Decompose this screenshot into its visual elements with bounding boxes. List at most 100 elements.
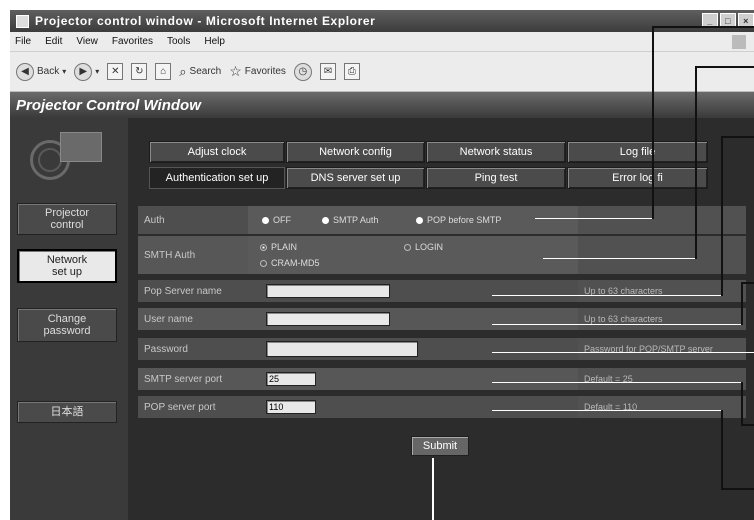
user-name-label: User name xyxy=(144,314,193,325)
star-icon: ☆ xyxy=(229,63,242,79)
pop-server-help: Up to 63 characters xyxy=(578,280,746,302)
smtp-auth-radio-cram-md5[interactable]: CRAM-MD5 xyxy=(260,258,320,268)
tab-adjust-clock[interactable]: Adjust clock xyxy=(149,141,285,163)
row-user-name: User name Up to 63 characters xyxy=(138,308,746,330)
search-button[interactable]: ⌕ Search xyxy=(179,64,221,80)
home-icon[interactable]: ⌂ xyxy=(155,63,172,80)
auth-radio-off[interactable]: OFF xyxy=(262,215,291,225)
close-button[interactable]: × xyxy=(738,13,754,28)
user-name-input[interactable] xyxy=(266,312,390,326)
print-icon[interactable]: ⎙ xyxy=(343,63,360,80)
chevron-down-icon: ▾ xyxy=(95,67,100,76)
row-auth: Auth OFF SMTP Auth POP before SMTP xyxy=(138,206,746,234)
auth-smtp-label: SMTP Auth xyxy=(333,215,379,225)
stop-icon[interactable]: ✕ xyxy=(107,63,124,80)
page-title: Projector Control Window xyxy=(16,96,201,114)
row-pop-server-name: Pop Server name Up to 63 characters xyxy=(138,280,746,302)
back-label: Back xyxy=(37,66,60,77)
page-header: Projector Control Window xyxy=(10,92,754,118)
user-name-help: Up to 63 characters xyxy=(578,308,746,330)
tab-network-config[interactable]: Network config xyxy=(286,141,425,163)
auth-value-cell: OFF SMTP Auth POP before SMTP xyxy=(248,206,578,234)
minimize-button[interactable]: _ xyxy=(702,13,718,28)
window-title: Projector control window - Microsoft Int… xyxy=(35,14,376,28)
smtp-port-label: SMTP server port xyxy=(144,374,223,385)
sidebar: Projector control Network set up Change … xyxy=(10,118,128,520)
sidebar-item-network-setup[interactable]: Network set up xyxy=(17,249,117,283)
back-arrow-icon: ◀ xyxy=(16,62,34,81)
smtp-auth-radio-plain[interactable]: PLAIN xyxy=(260,242,297,252)
window-controls: _ □ × xyxy=(702,13,754,28)
logo-ring-inner xyxy=(38,148,62,172)
auth-help-cell xyxy=(578,206,746,234)
sidebar-item-change-password[interactable]: Change password xyxy=(17,308,117,342)
menu-tools[interactable]: Tools xyxy=(167,36,190,47)
row-password: Password Password for POP/SMTP server xyxy=(138,338,746,360)
password-help: Password for POP/SMTP server xyxy=(578,338,746,360)
auth-pop-label: POP before SMTP xyxy=(427,215,502,225)
menu-help[interactable]: Help xyxy=(204,36,225,47)
mail-icon[interactable]: ✉ xyxy=(319,63,336,80)
windows-logo-icon xyxy=(732,35,746,49)
tab-ping-test[interactable]: Ping test xyxy=(426,167,566,189)
pop-server-input[interactable] xyxy=(266,284,390,298)
auth-label: Auth xyxy=(144,215,165,226)
logo-screen xyxy=(60,132,102,162)
browser-window: Projector control window - Microsoft Int… xyxy=(0,0,754,520)
refresh-icon[interactable]: ↻ xyxy=(131,63,148,80)
cram-md5-label: CRAM-MD5 xyxy=(271,258,320,268)
tab-network-status[interactable]: Network status xyxy=(426,141,566,163)
menu-view[interactable]: View xyxy=(76,36,98,47)
menu-edit[interactable]: Edit xyxy=(45,36,62,47)
smtp-auth-label: SMTH Auth xyxy=(144,250,196,261)
search-icon: ⌕ xyxy=(179,63,187,79)
auth-radio-smtp[interactable]: SMTP Auth xyxy=(322,215,378,225)
forward-button[interactable]: ▶ ▾ xyxy=(74,62,100,81)
history-icon[interactable]: ◷ xyxy=(293,62,312,81)
title-bar: Projector control window - Microsoft Int… xyxy=(10,10,754,32)
password-input[interactable] xyxy=(266,341,418,357)
tab-log-file[interactable]: Log file xyxy=(567,141,708,163)
radio-dot-icon xyxy=(416,216,423,224)
back-button[interactable]: ◀ Back ▾ xyxy=(16,62,67,81)
password-label: Password xyxy=(144,344,188,355)
smtp-auth-help-cell xyxy=(578,236,746,274)
row-pop-server-port: POP server port 110 Default = 110 xyxy=(138,396,746,418)
pop-port-input[interactable]: 110 xyxy=(266,400,316,414)
login-label: LOGIN xyxy=(415,242,444,252)
forward-arrow-icon: ▶ xyxy=(74,62,93,81)
chevron-down-icon: ▾ xyxy=(62,67,67,76)
smtp-port-input[interactable]: 25 xyxy=(266,372,316,386)
pop-port-label: POP server port xyxy=(144,402,216,413)
favorites-label: Favorites xyxy=(244,66,286,77)
tab-error-log-file[interactable]: Error log fi xyxy=(567,167,708,189)
smtp-port-help: Default = 25 xyxy=(578,368,746,390)
plain-label: PLAIN xyxy=(271,242,298,252)
sidebar-item-projector-control[interactable]: Projector control xyxy=(17,203,117,235)
search-label: Search xyxy=(189,66,222,77)
sidebar-item-language[interactable]: 日本語 xyxy=(17,401,117,423)
radio-empty-icon xyxy=(260,259,267,267)
smtp-auth-value-cell: PLAIN LOGIN CRAM-MD5 xyxy=(248,236,578,274)
row-smtp-auth: SMTH Auth PLAIN LOGIN CRAM-MD5 xyxy=(138,236,746,274)
menu-bar: File Edit View Favorites Tools Help xyxy=(10,32,754,52)
ie-icon xyxy=(16,14,29,28)
pop-server-label: Pop Server name xyxy=(144,286,222,297)
smtp-auth-radio-login[interactable]: LOGIN xyxy=(404,242,443,252)
submit-button[interactable]: Submit xyxy=(411,436,469,456)
auth-radio-pop-before-smtp[interactable]: POP before SMTP xyxy=(416,215,501,225)
tab-authentication-setup[interactable]: Authentication set up xyxy=(149,167,285,189)
tab-dns-server-setup[interactable]: DNS server set up xyxy=(286,167,425,189)
radio-selected-icon xyxy=(260,243,267,251)
menu-file[interactable]: File xyxy=(15,36,31,47)
maximize-button[interactable]: □ xyxy=(720,13,736,28)
projector-logo xyxy=(30,132,102,184)
favorites-button[interactable]: ☆ Favorites xyxy=(229,63,286,80)
radio-dot-icon xyxy=(322,216,329,224)
toolbar: ◀ Back ▾ ▶ ▾ ✕ ↻ ⌂ ⌕ Search ☆ Favorites … xyxy=(10,52,754,92)
menu-favorites[interactable]: Favorites xyxy=(112,36,153,47)
pop-port-help: Default = 110 xyxy=(578,396,746,418)
content-area: Projector control Network set up Change … xyxy=(10,118,754,520)
radio-dot-icon xyxy=(262,216,269,224)
main-panel: Adjust clock Network config Network stat… xyxy=(128,118,754,520)
